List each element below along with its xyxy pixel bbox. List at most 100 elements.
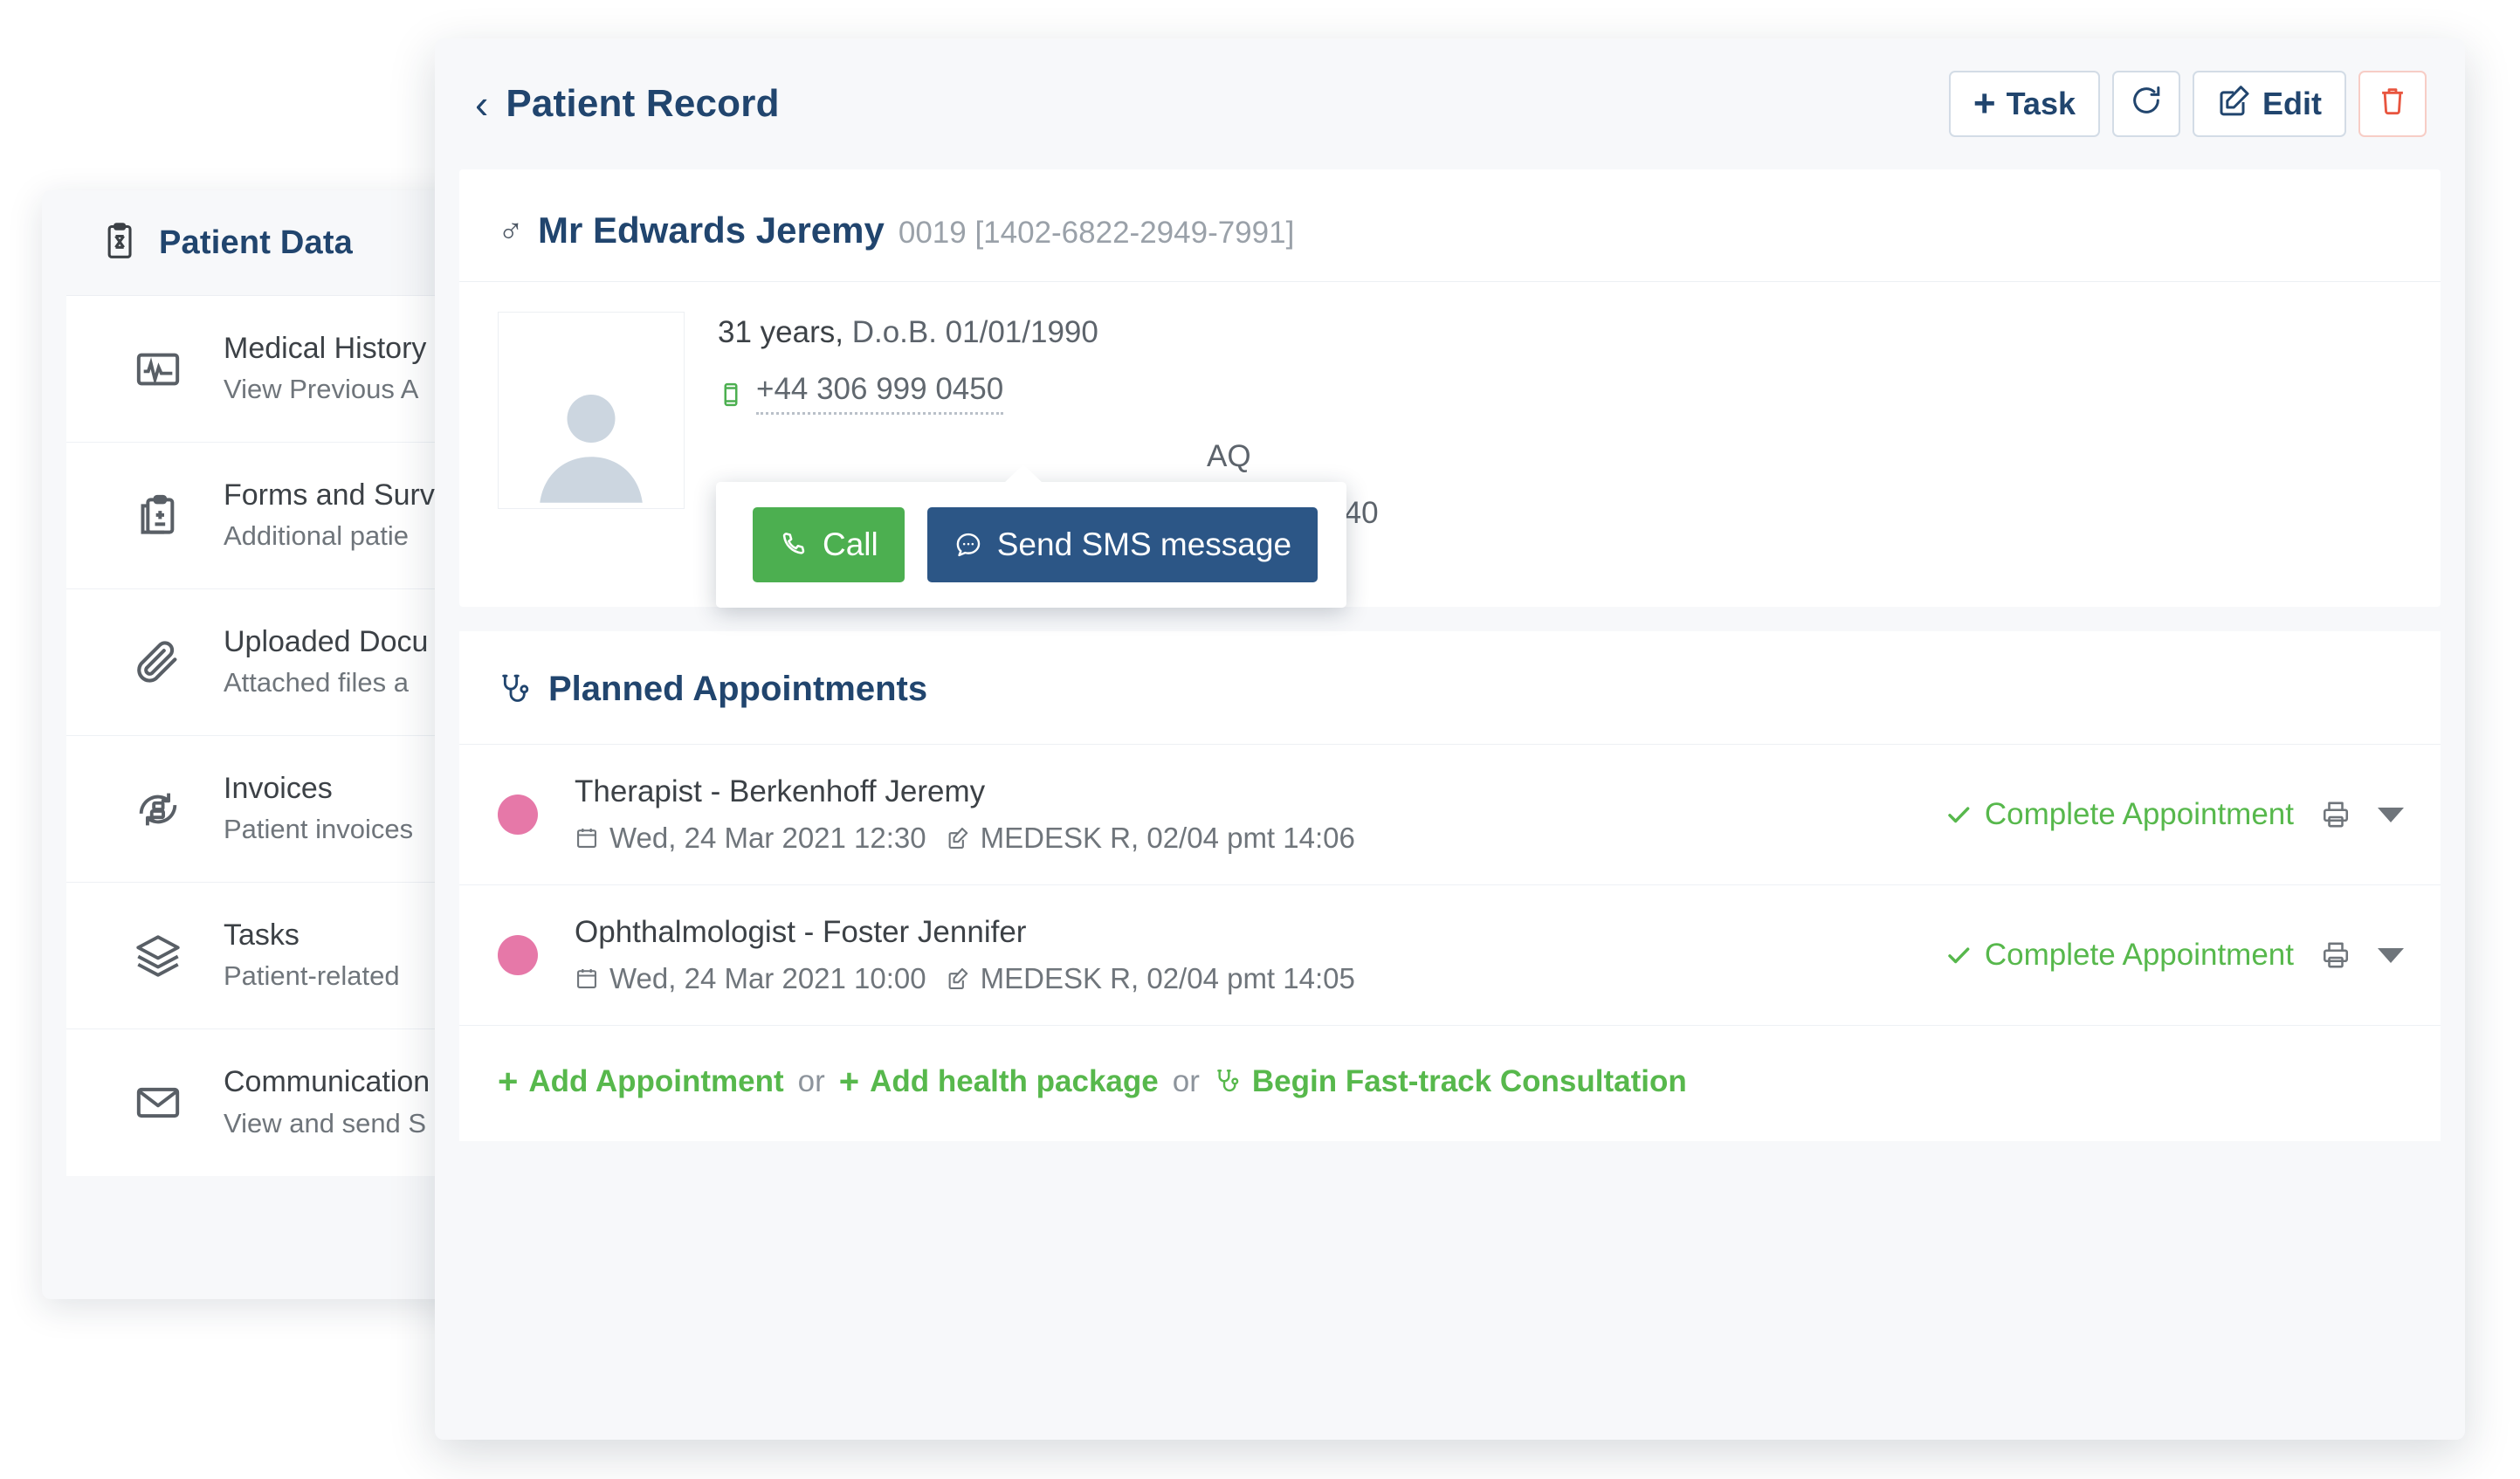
paperclip-icon <box>129 634 187 691</box>
calendar-icon <box>575 967 599 991</box>
appointment-author: MEDESK R, 02/04 pmt 14:06 <box>980 822 1355 854</box>
check-icon <box>1945 801 1973 829</box>
call-label: Call <box>823 526 878 562</box>
sidebar-item-subtitle: View Previous A <box>224 374 419 405</box>
mobile-phone-icon <box>718 382 744 408</box>
add-health-package-link[interactable]: + Add health package <box>839 1064 1159 1099</box>
sidebar-item-text: Tasks Patient-related <box>224 917 400 994</box>
patient-dob: D.o.B. 01/01/1990 <box>851 315 1098 349</box>
sidebar-item-text: Uploaded Docu Attached files a <box>224 623 428 701</box>
appointment-footer-links: + Add Appointment or + Add health packag… <box>459 1026 2441 1141</box>
sidebar-item-label: Medical History <box>224 331 427 365</box>
sidebar-item-text: Communication View and send S <box>224 1063 430 1141</box>
page-title: Patient Record <box>506 82 780 125</box>
stethoscope-icon <box>498 672 533 707</box>
sidebar-item-subtitle: Attached files a <box>224 667 409 698</box>
planned-appointments-panel: Planned Appointments Therapist - Berkenh… <box>459 631 2441 1141</box>
plus-icon: + <box>838 1063 860 1101</box>
sidebar-item-label: Uploaded Docu <box>224 624 429 658</box>
caret-down-icon[interactable] <box>2378 947 2404 963</box>
sidebar-item-label: Tasks <box>224 918 300 952</box>
patient-data-title: Patient Data <box>159 224 354 261</box>
add-task-button[interactable]: + Task <box>1948 71 2100 137</box>
appointment-details: Therapist - Berkenhoff Jeremy Wed, 24 Ma… <box>575 774 1355 855</box>
patient-record-card: ‹ Patient Record + Task Edit ♂ Mr Edward… <box>435 38 2465 1440</box>
sidebar-item-text: Invoices Patient invoices <box>224 770 413 848</box>
envelope-icon <box>129 1074 187 1132</box>
header-actions: + Task Edit <box>1948 71 2427 137</box>
printer-icon[interactable] <box>2320 939 2351 971</box>
avatar-placeholder-icon <box>540 395 643 503</box>
refresh-icon <box>2129 83 2164 126</box>
add-appointment-link[interactable]: + Add Appointment <box>498 1064 784 1099</box>
plus-icon: + <box>498 1063 519 1101</box>
back-chevron-icon[interactable]: ‹ <box>475 84 488 124</box>
call-button[interactable]: Call <box>753 507 905 582</box>
separator-or: or <box>1172 1064 1200 1098</box>
sidebar-item-subtitle: View and send S <box>224 1107 427 1138</box>
trash-icon <box>2376 84 2409 125</box>
begin-fast-track-label: Begin Fast-track Consultation <box>1251 1064 1687 1098</box>
complete-appointment-button[interactable]: Complete Appointment <box>1945 938 2294 973</box>
patient-code: 0019 [1402-6822-2949-7991] <box>898 216 1295 250</box>
patient-phone-number[interactable]: +44 306 999 0450 <box>756 374 1004 415</box>
appointment-actions: Complete Appointment <box>1945 797 2404 832</box>
appointment-details: Ophthalmologist - Foster Jennifer Wed, 2… <box>575 915 1355 995</box>
edit-pencil-icon <box>2217 83 2252 126</box>
check-icon <box>1945 941 1973 969</box>
patient-age-dob: 31 years, D.o.B. 01/01/1990 <box>718 317 1379 347</box>
appointment-meta: Wed, 24 Mar 2021 12:30 MEDESK R, 02/04 p… <box>575 822 1355 855</box>
begin-fast-track-consultation-link[interactable]: Begin Fast-track Consultation <box>1214 1064 1687 1099</box>
clipboard-plus-icon <box>129 487 187 545</box>
sidebar-item-label: Communication <box>224 1065 430 1099</box>
complete-appointment-button[interactable]: Complete Appointment <box>1945 797 2294 832</box>
sms-bubble-icon <box>954 530 983 560</box>
avatar <box>498 312 685 509</box>
plus-icon: + <box>1973 82 1996 125</box>
appointment-date: Wed, 24 Mar 2021 10:00 <box>609 962 926 994</box>
appointment-title: Therapist - Berkenhoff Jeremy <box>575 774 986 808</box>
calendar-icon <box>575 826 599 850</box>
sidebar-item-label: Invoices <box>224 771 333 805</box>
patient-phone-line: +44 306 999 0450 <box>718 374 1379 415</box>
printer-icon[interactable] <box>2320 799 2351 830</box>
sidebar-item-subtitle: Patient-related <box>224 960 400 992</box>
sidebar-item-subtitle: Patient invoices <box>224 814 414 845</box>
patient-name-row: ♂ Mr Edwards Jeremy 0019 [1402-6822-2949… <box>459 169 2441 282</box>
delete-button[interactable] <box>2358 71 2427 137</box>
sidebar-item-subtitle: Additional patie <box>224 520 409 552</box>
edit-label: Edit <box>2262 86 2322 121</box>
phone-handset-icon <box>779 530 809 560</box>
status-dot <box>498 935 538 975</box>
card-header: ‹ Patient Record + Task Edit <box>435 38 2465 169</box>
sidebar-item-text: Forms and Surv Additional patie <box>224 477 435 554</box>
edit-note-icon <box>946 826 970 850</box>
send-sms-button[interactable]: Send SMS message <box>926 507 1319 582</box>
sidebar-item-text: Medical History View Previous A <box>224 330 426 408</box>
male-gender-icon: ♂ <box>498 212 524 251</box>
invoice-cycle-icon <box>129 781 187 838</box>
appointment-author: MEDESK R, 02/04 pmt 14:05 <box>980 962 1355 994</box>
patient-age: 31 years, <box>718 315 843 349</box>
refresh-button[interactable] <box>2112 71 2180 137</box>
sidebar-item-label: Forms and Surv <box>224 478 435 512</box>
table-row[interactable]: Ophthalmologist - Foster Jennifer Wed, 2… <box>459 885 2441 1026</box>
send-sms-label: Send SMS message <box>996 526 1292 562</box>
appointment-actions: Complete Appointment <box>1945 938 2404 973</box>
layers-icon <box>129 927 187 985</box>
heart-rate-monitor-icon <box>129 341 187 398</box>
edit-note-icon <box>946 967 970 991</box>
appointment-title: Ophthalmologist - Foster Jennifer <box>575 915 1027 949</box>
complete-appointment-label: Complete Appointment <box>1984 938 2294 972</box>
separator-or: or <box>797 1064 825 1098</box>
planned-appointments-title: Planned Appointments <box>548 670 928 708</box>
appointment-meta: Wed, 24 Mar 2021 10:00 MEDESK R, 02/04 p… <box>575 962 1355 995</box>
caret-down-icon[interactable] <box>2378 807 2404 822</box>
clipboard-patient-icon <box>101 222 143 264</box>
edit-button[interactable]: Edit <box>2193 71 2346 137</box>
planned-appointments-header: Planned Appointments <box>459 631 2441 745</box>
table-row[interactable]: Therapist - Berkenhoff Jeremy Wed, 24 Ma… <box>459 745 2441 885</box>
appointment-date: Wed, 24 Mar 2021 12:30 <box>609 822 926 854</box>
patient-address-fragment: AQ <box>1207 439 1251 473</box>
phone-action-popup: Call Send SMS message <box>716 464 1346 608</box>
